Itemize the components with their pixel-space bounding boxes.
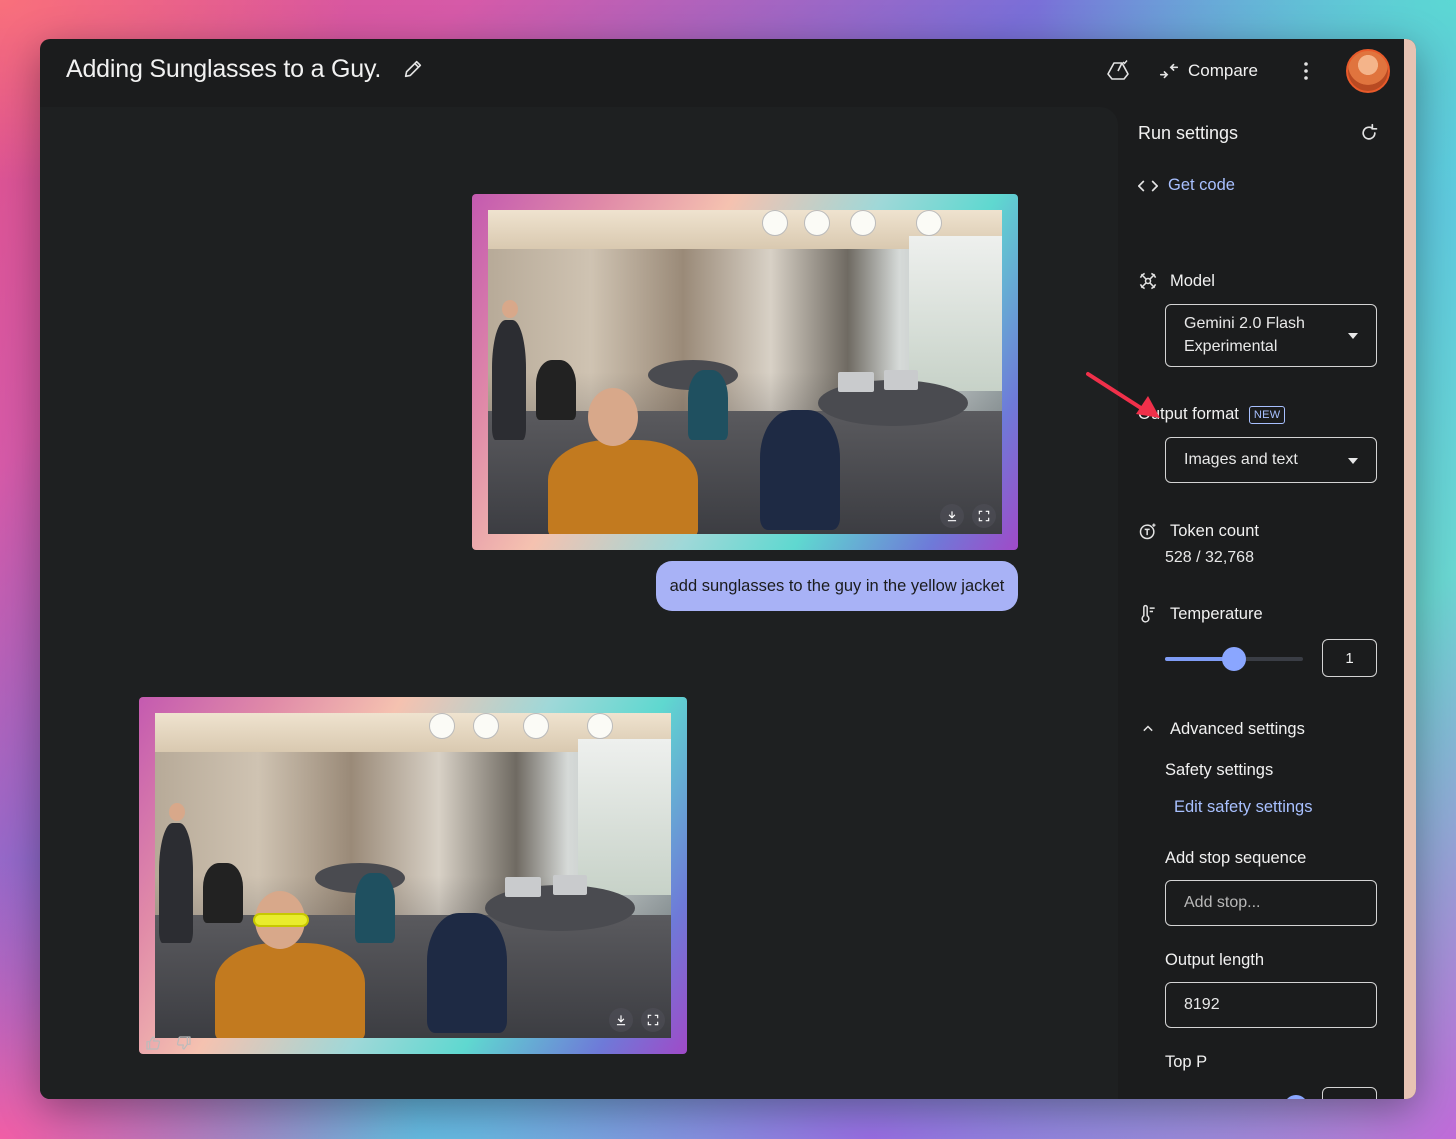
photo-person-yellow-jacket [215, 943, 365, 1038]
temperature-label-row: Temperature [1138, 604, 1263, 624]
photo-lamp [762, 210, 788, 236]
temperature-slider[interactable] [1165, 647, 1303, 671]
photo-window [578, 739, 671, 895]
photo-lamp [850, 210, 876, 236]
photo-head [502, 300, 518, 318]
photo-laptop [553, 875, 587, 895]
get-code-label: Get code [1168, 176, 1235, 194]
refresh-icon[interactable] [1359, 123, 1379, 143]
photo-person [688, 370, 728, 440]
photo-lamp [916, 210, 942, 236]
photo-actions [609, 1008, 665, 1032]
model-label-row: Model [1138, 271, 1215, 291]
input-image-card [472, 194, 1018, 550]
photo-lamp [804, 210, 830, 236]
safety-settings-label: Safety settings [1165, 761, 1274, 779]
photo-head [169, 803, 185, 821]
pencil-icon[interactable] [402, 58, 424, 80]
code-icon [1138, 179, 1158, 192]
app-window: Adding Sunglasses to a Guy. Compare add … [40, 39, 1416, 1099]
panel-title: Run settings [1138, 123, 1239, 143]
model-value-line2: Experimental [1184, 338, 1278, 355]
temperature-label: Temperature [1170, 604, 1263, 623]
photo-person [355, 873, 395, 943]
photo-person [159, 823, 193, 943]
run-settings-panel: Run settings Get code Model Gemini 2.0 F… [1118, 107, 1404, 1099]
model-select[interactable]: Gemini 2.0 Flash Experimental [1165, 304, 1377, 367]
temperature-slider-handle[interactable] [1222, 647, 1246, 671]
photo-lamp [523, 713, 549, 739]
photo-laptop [838, 372, 874, 392]
output-image-card [139, 697, 687, 1054]
photo-head [588, 388, 638, 446]
output-format-value: Images and text [1184, 451, 1298, 468]
photo-laptop [505, 877, 541, 897]
user-message-bubble: add sunglasses to the guy in the yellow … [656, 561, 1018, 611]
stop-sequence-label: Add stop sequence [1165, 849, 1307, 867]
token-count-label: Token count [1170, 521, 1259, 540]
stop-sequence-input[interactable]: Add stop... [1165, 880, 1377, 926]
photo-person [203, 863, 243, 923]
compare-icon [1159, 63, 1179, 79]
top-bar: Adding Sunglasses to a Guy. Compare [40, 39, 1404, 107]
photo-lamp [587, 713, 613, 739]
new-badge: NEW [1248, 405, 1286, 424]
photo-person [760, 410, 840, 530]
compare-label: Compare [1188, 61, 1258, 80]
fullscreen-icon[interactable] [641, 1008, 665, 1032]
output-length-input[interactable]: 8192 [1165, 982, 1377, 1028]
top-p-input[interactable]: 0.95 [1322, 1087, 1377, 1099]
top-p-slider-handle[interactable] [1284, 1095, 1308, 1099]
model-icon [1139, 272, 1157, 290]
chevron-up-icon [1143, 725, 1153, 732]
window-edge [1404, 39, 1416, 1099]
chat-area: add sunglasses to the guy in the yellow … [40, 107, 1118, 1099]
sunglasses-overlay [253, 913, 309, 927]
photo-window [909, 235, 1002, 392]
token-count-value: 528 / 32,768 [1165, 549, 1254, 566]
thumbs-down-icon[interactable] [174, 1033, 194, 1053]
photo-lamp [473, 713, 499, 739]
photo-laptop [884, 370, 918, 390]
download-icon[interactable] [609, 1008, 633, 1032]
token-icon [1139, 523, 1156, 540]
temperature-input[interactable]: 1 [1322, 639, 1377, 677]
fullscreen-icon[interactable] [972, 504, 996, 528]
advanced-settings-toggle[interactable]: Advanced settings [1138, 719, 1305, 739]
model-value-line1: Gemini 2.0 Flash [1184, 315, 1305, 332]
photo-person [427, 913, 507, 1033]
photo-actions [940, 504, 996, 528]
chevron-down-icon [1348, 333, 1358, 339]
advanced-settings-label: Advanced settings [1170, 719, 1305, 738]
thermometer-icon [1141, 604, 1155, 623]
avatar[interactable] [1346, 49, 1390, 93]
output-photo[interactable] [155, 713, 671, 1038]
token-count-label-row: Token count [1138, 521, 1259, 541]
thumbs-up-icon[interactable] [143, 1033, 163, 1053]
red-arrow-annotation [1086, 372, 1160, 418]
page-title[interactable]: Adding Sunglasses to a Guy. [66, 55, 381, 84]
model-label: Model [1170, 271, 1215, 290]
compare-button[interactable]: Compare [1158, 58, 1258, 84]
output-length-label: Output length [1165, 951, 1265, 969]
photo-lamp [429, 713, 455, 739]
photo-person [536, 360, 576, 420]
download-icon[interactable] [940, 504, 964, 528]
edit-safety-settings-link[interactable]: Edit safety settings [1174, 798, 1313, 817]
get-code-link[interactable]: Get code [1138, 176, 1235, 195]
chevron-down-icon [1348, 458, 1358, 464]
input-photo[interactable] [488, 210, 1002, 534]
output-format-select[interactable]: Images and text [1165, 437, 1377, 483]
photo-person [492, 320, 526, 440]
more-options-icon[interactable] [1292, 57, 1320, 85]
top-p-label: Top P [1165, 1053, 1208, 1071]
photo-person-yellow-jacket [548, 440, 698, 534]
drive-save-icon[interactable] [1104, 57, 1132, 85]
